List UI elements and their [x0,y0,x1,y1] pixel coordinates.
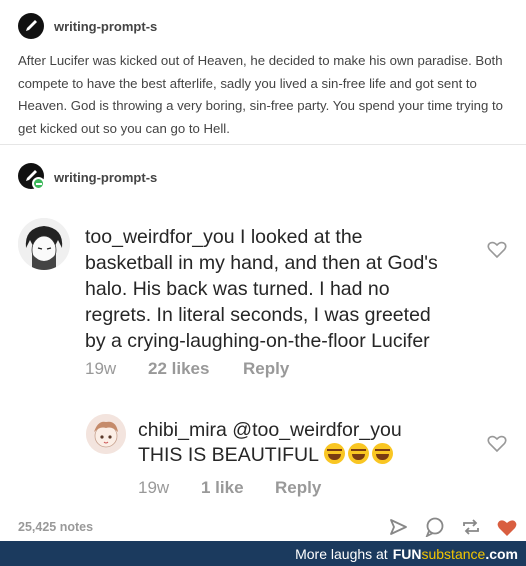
reblog-badge-icon [32,177,45,190]
quill-icon [26,20,37,31]
divider [0,144,526,145]
mention-link[interactable]: @too_weirdfor_you [227,419,401,441]
comment-icon[interactable] [425,517,445,537]
comment-age: 19w [138,478,170,497]
reply-text-line: THIS IS BEAUTIFUL [138,443,396,468]
reply-button[interactable]: Reply [275,478,321,498]
comment-likes[interactable]: 22 likes [148,359,209,379]
post-body: After Lucifer was kicked out of Heaven, … [18,53,504,136]
comment-line: basketball in my hand, and then at God's [85,252,438,274]
reply-line: chibi_mira @too_weirdfor_you [138,418,402,443]
reblog-blog-name[interactable]: writing-prompt-s [54,170,157,185]
avatar[interactable] [18,218,70,270]
anime-avatar-icon [18,218,70,270]
comment-username[interactable]: chibi_mira [138,419,227,441]
footer-brand-logo[interactable]: FUNsubstance.com [393,546,518,562]
laughing-emoji-icon [323,443,345,464]
heart-outline-icon[interactable] [487,241,507,259]
like-heart-icon[interactable] [497,518,517,538]
footer-banner[interactable]: More laughs at FUNsubstance.com [0,541,526,566]
comment-line: by a crying-laughing-on-the-floor Lucife… [85,330,430,352]
blog-name[interactable]: writing-prompt-s [54,19,157,34]
heart-outline-icon[interactable] [487,435,507,453]
reply-button[interactable]: Reply [243,359,289,379]
comment-text: THIS IS BEAUTIFUL [138,444,324,466]
notes-count[interactable]: 25,425 notes [18,520,93,534]
blog-avatar[interactable] [18,13,44,39]
reblog-icon[interactable] [461,517,481,537]
comment-username[interactable]: too_weirdfor_you [85,226,235,248]
comment-line: halo. His back was turned. I had no [85,278,390,300]
avatar[interactable] [86,414,126,454]
laughing-emoji-icon [371,443,393,464]
footer-text: More laughs at [295,545,388,562]
comment-age: 19w [85,359,117,378]
comment-line: regrets. In literal seconds, I was greet… [85,304,431,326]
chibi-avatar-icon [86,414,126,454]
laughing-emoji-icon [347,443,369,464]
share-icon[interactable] [388,517,408,537]
comment-text: I looked at the [234,226,363,248]
comment-likes[interactable]: 1 like [201,478,244,498]
comment-line: too_weirdfor_you I looked at the [85,225,363,250]
